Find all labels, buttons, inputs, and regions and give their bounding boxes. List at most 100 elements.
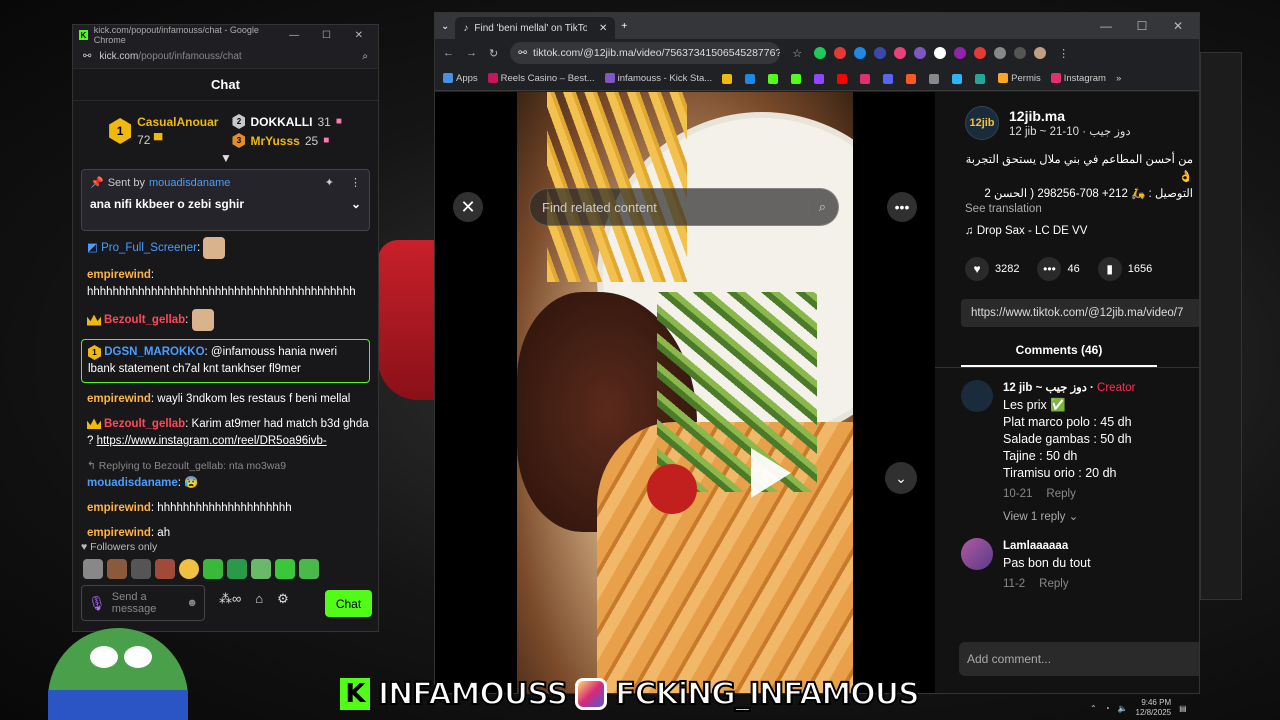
extensions-puzzle-icon[interactable] [994,47,1007,59]
leaderboard-third[interactable]: 3 MrYusss 25 ■ [232,133,341,148]
search-icon[interactable]: ⌕ [819,199,826,215]
points-icon[interactable]: ⁂∞ [219,591,241,607]
music-info[interactable]: ♫ Drop Sax - LC DE VV [935,215,1199,237]
url-field[interactable]: ⚯ tiktok.com/@12jib.ma/video/75637341506… [510,42,781,64]
chat-username[interactable]: empirewind [87,502,151,514]
minimize-icon[interactable]: — [281,30,307,41]
settings-icon[interactable]: ⚙ [277,591,289,607]
commenter-avatar[interactable] [961,380,993,412]
related-search-input[interactable]: Find related content ⌕ [529,188,839,226]
pinned-user[interactable]: mouadisdaname [149,177,230,189]
video-player[interactable]: ✕ Find related content ⌕ ••• ⌄ 🔈 [435,92,935,693]
more-options-icon[interactable]: ⋮ [350,176,361,189]
bookmark-icon[interactable] [768,73,779,84]
bookmark-icon[interactable] [975,73,986,84]
forward-icon[interactable]: → [466,47,477,59]
author-avatar[interactable]: 12jib [965,106,999,140]
save-button[interactable]: ▮ 1656 [1097,257,1152,281]
reply-button[interactable]: Reply [1046,488,1075,500]
close-icon[interactable]: ✕ [1163,19,1193,33]
author-handle[interactable]: 12jib.ma [1009,108,1131,124]
extension-icon[interactable] [814,47,827,59]
reply-context[interactable]: Replying to Bezoult_gellab: nta mo3wa9 [99,460,286,472]
chat-username[interactable]: empirewind [87,527,151,539]
minimize-icon[interactable]: — [1091,19,1121,33]
extension-icon[interactable] [854,47,867,59]
extension-icon[interactable] [954,47,967,59]
commenter-name[interactable]: Lamlaaaaaa [1003,538,1091,555]
share-url-field[interactable]: https://www.tiktok.com/@12jib.ma/video/7 [961,299,1199,327]
maximize-icon[interactable]: ☐ [1127,19,1157,33]
new-tab-icon[interactable]: + [621,21,627,32]
bookmark-icon[interactable] [837,73,848,84]
next-video-icon[interactable]: ⌄ [885,462,917,494]
bookmark-star-icon[interactable]: ☆ [792,47,802,60]
play-icon[interactable] [751,448,791,498]
commenter-name[interactable]: 12 jib ~ دوز جيب [1003,382,1087,394]
tab-close-icon[interactable]: ✕ [599,23,607,34]
chat-username[interactable]: Bezoult_gellab [104,314,185,326]
bookmark-icon[interactable] [860,73,871,84]
emote-icon[interactable] [275,559,295,579]
chevron-down-icon[interactable]: ⌄ [351,197,361,211]
bookmark-icon[interactable] [883,73,894,84]
kick-url-bar[interactable]: ⚯ kick.com/popout/infamouss/chat ⌕ [73,45,378,69]
emote-icon[interactable] [227,559,247,579]
extension-icon[interactable] [894,47,907,59]
leaderboard-second[interactable]: 2 DOKKALLI 31 ■ [232,114,342,129]
bookmark-icon[interactable] [722,73,733,84]
zoom-icon[interactable]: ⌕ [362,51,368,62]
emote-icon[interactable] [83,559,103,579]
view-replies-button[interactable]: View 1 reply ⌄ [1003,509,1135,526]
collapse-icon[interactable]: ▼ [220,151,232,165]
tab-comments[interactable]: Comments (46) [961,343,1157,367]
extension-icon[interactable] [974,47,987,59]
add-comment-input[interactable]: Add comment... [959,642,1199,676]
extension-icon[interactable] [834,47,847,59]
reply-button[interactable]: Reply [1039,578,1068,590]
microphone-icon[interactable]: 🎙 [88,595,106,612]
emoji-icon[interactable]: ☻ [186,597,198,609]
bookmark-icon[interactable] [791,73,802,84]
bookmark-apps[interactable]: Apps [443,73,478,84]
chat-username[interactable]: Pro_Full_Screener [101,242,197,254]
bookmark-icon[interactable] [745,73,756,84]
bookmark-icon[interactable] [906,73,917,84]
bookmark-icon[interactable] [814,73,825,84]
unpin-icon[interactable]: ✦ [325,176,334,189]
extension-icon[interactable] [934,47,947,59]
store-icon[interactable]: ⌂ [255,591,263,607]
tab-tiktok[interactable]: ♪ Find 'beni mellal' on TikTok ✕ [455,17,616,39]
video-frame[interactable] [517,92,853,693]
close-icon[interactable]: ✕ [346,30,372,41]
comment-button[interactable]: ••• 46 [1037,257,1080,281]
tab-list-icon[interactable]: ⌄ [441,21,449,32]
bookmark-instagram[interactable]: Instagram [1050,73,1106,84]
close-video-icon[interactable]: ✕ [453,192,483,222]
chat-username[interactable]: Bezoult_gellab [104,418,185,430]
chrome-menu-icon[interactable]: ⋮ [1058,47,1069,60]
chat-username[interactable]: empirewind [87,393,151,405]
bookmark-icon[interactable] [952,73,963,84]
emote-icon[interactable] [203,559,223,579]
author-info[interactable]: 12jib 12jib.ma 12 jib ~ دوز جيب · 10-21 [935,92,1199,140]
notifications-icon[interactable]: ▤ [1179,704,1187,713]
emote-icon[interactable] [299,559,319,579]
emote-icon[interactable] [179,559,199,579]
like-button[interactable]: ♥ 3282 [965,257,1019,281]
extension-icon[interactable] [874,47,887,59]
more-bookmarks-icon[interactable]: » [1116,73,1121,84]
back-icon[interactable]: ← [443,47,454,59]
maximize-icon[interactable]: ☐ [313,30,339,41]
commenter-avatar[interactable] [961,538,993,570]
more-options-icon[interactable]: ••• [887,192,917,222]
clock[interactable]: 9:46 PM 12/8/2025 [1136,698,1172,718]
bookmark-reels[interactable]: Reels Casino – Best... [487,73,595,84]
emote-icon[interactable] [131,559,151,579]
leaderboard-first[interactable]: 1 CasualAnouar 72 ▀ [109,115,218,147]
see-translation-link[interactable]: See translation [935,203,1199,215]
profile-avatar[interactable] [1034,47,1047,59]
bookmark-icon[interactable] [929,73,940,84]
tray-chevron-icon[interactable]: ⌃ [1090,704,1097,713]
speaker-icon[interactable]: 🔈 [1118,704,1128,713]
